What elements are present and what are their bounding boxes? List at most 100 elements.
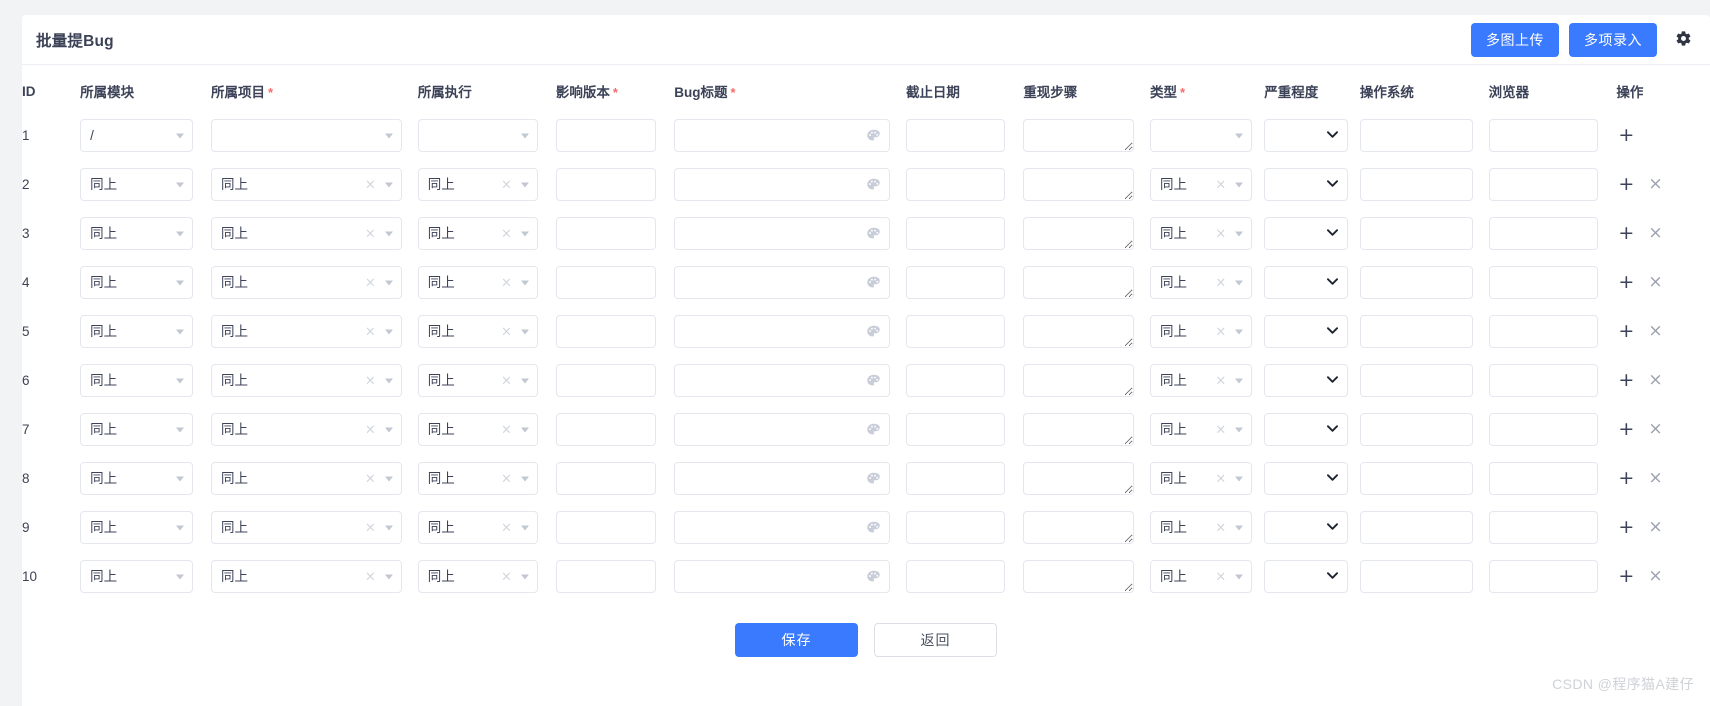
type-select[interactable] bbox=[1150, 119, 1253, 152]
version-input[interactable] bbox=[555, 364, 657, 397]
browser-input[interactable] bbox=[1488, 168, 1599, 201]
module-select[interactable]: 同上 bbox=[80, 413, 194, 446]
os-input[interactable] bbox=[1359, 462, 1473, 495]
module-select[interactable]: 同上 bbox=[80, 217, 194, 250]
exec-select[interactable]: 同上 × bbox=[417, 511, 538, 544]
browser-input[interactable] bbox=[1488, 462, 1599, 495]
clear-icon[interactable]: × bbox=[365, 374, 376, 387]
save-button[interactable]: 保存 bbox=[735, 623, 858, 657]
clear-icon[interactable]: × bbox=[1215, 374, 1226, 387]
module-select[interactable]: / bbox=[80, 119, 194, 152]
module-select[interactable]: 同上 bbox=[80, 462, 194, 495]
back-button[interactable]: 返回 bbox=[874, 623, 997, 657]
severity-select[interactable] bbox=[1264, 266, 1348, 299]
os-input[interactable] bbox=[1359, 168, 1473, 201]
type-select[interactable]: 同上 × bbox=[1150, 413, 1253, 446]
browser-input[interactable] bbox=[1488, 560, 1599, 593]
clear-icon[interactable]: × bbox=[1215, 423, 1226, 436]
steps-textarea[interactable] bbox=[1023, 560, 1135, 593]
project-select[interactable]: 同上 × bbox=[211, 511, 402, 544]
bug-title-input[interactable] bbox=[674, 560, 890, 593]
clear-icon[interactable]: × bbox=[365, 325, 376, 338]
project-select[interactable] bbox=[211, 119, 402, 152]
due-date-input[interactable] bbox=[905, 413, 1006, 446]
add-row-icon[interactable]: + bbox=[1618, 175, 1634, 194]
bug-title-input[interactable] bbox=[674, 266, 890, 299]
steps-textarea[interactable] bbox=[1023, 217, 1135, 250]
type-select[interactable]: 同上 × bbox=[1150, 168, 1253, 201]
due-date-input[interactable] bbox=[905, 217, 1006, 250]
version-input[interactable] bbox=[555, 511, 657, 544]
severity-select[interactable] bbox=[1264, 119, 1348, 152]
add-row-icon[interactable]: + bbox=[1618, 518, 1634, 537]
severity-select[interactable] bbox=[1264, 511, 1348, 544]
clear-icon[interactable]: × bbox=[365, 521, 376, 534]
remove-row-icon[interactable]: × bbox=[1648, 519, 1662, 536]
project-select[interactable]: 同上 × bbox=[211, 168, 402, 201]
due-date-input[interactable] bbox=[905, 511, 1006, 544]
browser-input[interactable] bbox=[1488, 119, 1599, 152]
add-row-icon[interactable]: + bbox=[1618, 371, 1634, 390]
add-row-icon[interactable]: + bbox=[1618, 567, 1634, 586]
steps-textarea[interactable] bbox=[1023, 315, 1135, 348]
due-date-input[interactable] bbox=[905, 315, 1006, 348]
type-select[interactable]: 同上 × bbox=[1150, 217, 1253, 250]
project-select[interactable]: 同上 × bbox=[211, 462, 402, 495]
severity-select[interactable] bbox=[1264, 168, 1348, 201]
clear-icon[interactable]: × bbox=[1215, 472, 1226, 485]
remove-row-icon[interactable]: × bbox=[1648, 421, 1662, 438]
multi-entry-button[interactable]: 多项录入 bbox=[1569, 22, 1657, 57]
steps-textarea[interactable] bbox=[1023, 119, 1135, 152]
remove-row-icon[interactable]: × bbox=[1648, 225, 1662, 242]
os-input[interactable] bbox=[1359, 413, 1473, 446]
clear-icon[interactable]: × bbox=[501, 472, 512, 485]
os-input[interactable] bbox=[1359, 119, 1473, 152]
type-select[interactable]: 同上 × bbox=[1150, 266, 1253, 299]
clear-icon[interactable]: × bbox=[365, 570, 376, 583]
version-input[interactable] bbox=[555, 266, 657, 299]
version-input[interactable] bbox=[555, 119, 657, 152]
clear-icon[interactable]: × bbox=[501, 178, 512, 191]
os-input[interactable] bbox=[1359, 364, 1473, 397]
type-select[interactable]: 同上 × bbox=[1150, 560, 1253, 593]
clear-icon[interactable]: × bbox=[501, 521, 512, 534]
module-select[interactable]: 同上 bbox=[80, 511, 194, 544]
exec-select[interactable]: 同上 × bbox=[417, 217, 538, 250]
steps-textarea[interactable] bbox=[1023, 462, 1135, 495]
exec-select[interactable]: 同上 × bbox=[417, 315, 538, 348]
project-select[interactable]: 同上 × bbox=[211, 315, 402, 348]
clear-icon[interactable]: × bbox=[1215, 227, 1226, 240]
remove-row-icon[interactable]: × bbox=[1648, 470, 1662, 487]
clear-icon[interactable]: × bbox=[1215, 276, 1226, 289]
clear-icon[interactable]: × bbox=[365, 227, 376, 240]
clear-icon[interactable]: × bbox=[501, 227, 512, 240]
remove-row-icon[interactable]: × bbox=[1648, 176, 1662, 193]
exec-select[interactable]: 同上 × bbox=[417, 462, 538, 495]
project-select[interactable]: 同上 × bbox=[211, 364, 402, 397]
bug-title-input[interactable] bbox=[674, 168, 890, 201]
clear-icon[interactable]: × bbox=[1215, 325, 1226, 338]
severity-select[interactable] bbox=[1264, 315, 1348, 348]
clear-icon[interactable]: × bbox=[1215, 178, 1226, 191]
clear-icon[interactable]: × bbox=[365, 178, 376, 191]
due-date-input[interactable] bbox=[905, 119, 1006, 152]
module-select[interactable]: 同上 bbox=[80, 315, 194, 348]
type-select[interactable]: 同上 × bbox=[1150, 511, 1253, 544]
remove-row-icon[interactable]: × bbox=[1648, 372, 1662, 389]
project-select[interactable]: 同上 × bbox=[211, 266, 402, 299]
due-date-input[interactable] bbox=[905, 168, 1006, 201]
steps-textarea[interactable] bbox=[1023, 364, 1135, 397]
os-input[interactable] bbox=[1359, 511, 1473, 544]
version-input[interactable] bbox=[555, 462, 657, 495]
severity-select[interactable] bbox=[1264, 560, 1348, 593]
steps-textarea[interactable] bbox=[1023, 413, 1135, 446]
settings-button[interactable] bbox=[1667, 30, 1694, 50]
exec-select[interactable]: 同上 × bbox=[417, 266, 538, 299]
bug-title-input[interactable] bbox=[674, 413, 890, 446]
clear-icon[interactable]: × bbox=[1215, 570, 1226, 583]
version-input[interactable] bbox=[555, 315, 657, 348]
project-select[interactable]: 同上 × bbox=[211, 413, 402, 446]
due-date-input[interactable] bbox=[905, 364, 1006, 397]
add-row-icon[interactable]: + bbox=[1618, 322, 1634, 341]
steps-textarea[interactable] bbox=[1023, 168, 1135, 201]
